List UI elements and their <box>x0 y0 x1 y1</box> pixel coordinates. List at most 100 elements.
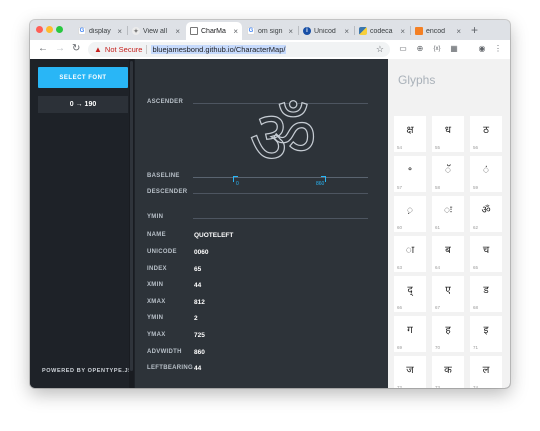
glyph-char: ज <box>406 365 414 376</box>
tab-close-icon[interactable]: × <box>233 27 238 36</box>
glyph-cell[interactable]: ध 55 <box>432 116 464 152</box>
glyph-cell[interactable]: ा 63 <box>394 236 426 272</box>
info-value-xmin: 44 <box>194 282 202 289</box>
select-font-button[interactable]: SELECT FONT <box>38 67 128 88</box>
glyph-char: च <box>482 245 490 256</box>
code-extension-icon[interactable]: {x} <box>432 44 442 54</box>
glyph-index: 59 <box>473 185 479 190</box>
tab-display[interactable]: G display × <box>74 22 126 40</box>
new-tab-button[interactable]: + <box>471 23 478 37</box>
glyph-index: 60 <box>397 225 403 230</box>
tab-title: encod <box>426 27 446 35</box>
glyph-cell[interactable]: ः 61 <box>432 196 464 232</box>
tab-close-icon[interactable]: × <box>400 27 405 36</box>
glyph-cell[interactable]: ॅ 58 <box>432 156 464 192</box>
glyph-cell[interactable]: ड 68 <box>470 276 502 312</box>
glyph-cell[interactable]: च 65 <box>470 236 502 272</box>
glyph-index: 55 <box>435 145 441 150</box>
glyph-index: 71 <box>473 345 479 350</box>
glyph-outline: ॐ <box>249 95 318 181</box>
python-icon <box>359 27 367 35</box>
url-text[interactable]: bluejamesbond.github.io/CharacterMap/ <box>151 45 287 54</box>
ymin-line <box>193 218 368 219</box>
tab-close-icon[interactable]: × <box>288 27 293 36</box>
glyph-index: 67 <box>435 305 441 310</box>
glyph-char: ए <box>445 285 451 296</box>
info-label-advwidth: ADVWIDTH <box>147 349 182 355</box>
glyph-index: 69 <box>397 345 403 350</box>
profile-avatar-icon[interactable]: ◉ <box>477 44 487 54</box>
tab-charmap[interactable]: CharMa × <box>186 22 242 40</box>
glyph-char: ॅ <box>445 165 451 176</box>
forward-icon[interactable]: → <box>55 43 65 55</box>
extension-icon[interactable]: ⊕ <box>415 44 425 54</box>
tab-view-all[interactable]: ✦ View all × <box>128 22 184 40</box>
glyph-char: ग <box>407 325 413 336</box>
glyph-cell[interactable]: इ 71 <box>470 316 502 352</box>
glyph-index: 73 <box>435 385 441 388</box>
glyph-char: ः <box>444 205 452 216</box>
back-icon[interactable]: ← <box>38 43 48 55</box>
page-content: SELECT FONT 0 → 190 POWERED BY OPENTYPE.… <box>30 59 510 388</box>
tab-title: display <box>89 27 111 35</box>
bookmark-star-icon[interactable]: ☆ <box>376 44 384 55</box>
menu-kebab-icon[interactable]: ⋮ <box>493 44 503 54</box>
reload-icon[interactable]: ↻ <box>72 43 80 55</box>
advance-marker-label: 860 <box>316 181 325 187</box>
sidebar-scrollbar[interactable] <box>129 59 134 388</box>
glyph-cell[interactable]: ए 67 <box>432 276 464 312</box>
glyph-cell[interactable]: ज 72 <box>394 356 426 388</box>
browser-window: G display × ✦ View all × CharMa × G om s… <box>30 20 510 388</box>
warning-icon: ▲ <box>94 45 102 54</box>
tab-close-icon[interactable]: × <box>456 27 461 36</box>
info-label-xmin: XMIN <box>147 282 164 288</box>
glyph-cell[interactable]: ठ 56 <box>470 116 502 152</box>
glyph-cell[interactable]: ब 64 <box>432 236 464 272</box>
info-value-leftbearing: 44 <box>194 365 202 372</box>
glyph-cell[interactable]: ल 74 <box>470 356 502 388</box>
glyph-cell[interactable]: ग 69 <box>394 316 426 352</box>
tab-unicode[interactable]: i Unicod × <box>299 22 353 40</box>
close-window-icon[interactable] <box>36 26 43 33</box>
address-bar[interactable]: ▲ Not Secure bluejamesbond.github.io/Cha… <box>88 42 390 57</box>
stack-icon <box>415 27 423 35</box>
glyph-cell[interactable]: ह 70 <box>432 316 464 352</box>
glyph-cell[interactable]: ॰ 57 <box>394 156 426 192</box>
glyph-index: 66 <box>397 305 403 310</box>
glyph-char: ह <box>445 325 451 336</box>
glyph-index: 63 <box>397 265 403 270</box>
glyphs-title: Glyphs <box>398 73 436 87</box>
tab-encoding[interactable]: encod × <box>411 22 465 40</box>
info-label-ymax: YMAX <box>147 332 166 338</box>
info-value-unicode: 0060 <box>194 249 209 256</box>
glyph-index: 54 <box>397 145 403 150</box>
descender-line <box>193 193 368 194</box>
maximize-window-icon[interactable] <box>56 26 63 33</box>
glyph-cell[interactable]: ं 59 <box>470 156 502 192</box>
tab-close-icon[interactable]: × <box>175 27 180 36</box>
minimize-window-icon[interactable] <box>46 26 53 33</box>
descender-label: DESCENDER <box>147 189 188 195</box>
tab-codecs[interactable]: codeca × <box>355 22 409 40</box>
tab-close-icon[interactable]: × <box>344 27 349 36</box>
glyph-preview: ॐ <box>235 97 331 179</box>
glyph-index: 65 <box>473 265 479 270</box>
sidebar: SELECT FONT 0 → 190 POWERED BY OPENTYPE.… <box>30 59 135 388</box>
info-value-name: QUOTELEFT <box>194 232 234 239</box>
glyph-cell[interactable]: क 73 <box>432 356 464 388</box>
glyph-char: ा <box>405 245 415 256</box>
glyph-index: 70 <box>435 345 441 350</box>
glyph-cell[interactable]: क्ष 54 <box>394 116 426 152</box>
security-label: Not Secure <box>104 45 143 54</box>
tab-close-icon[interactable]: × <box>117 27 122 36</box>
tab-om-sign[interactable]: G om sign × <box>243 22 297 40</box>
glyph-cell[interactable]: ॐ 62 <box>470 196 502 232</box>
glyph-range-item[interactable]: 0 → 190 <box>38 96 128 113</box>
glyph-char: ल <box>482 365 490 376</box>
chrome-icon: ✦ <box>132 27 140 35</box>
glyph-cell[interactable]: द् 66 <box>394 276 426 312</box>
glyph-index: 56 <box>473 145 479 150</box>
media-icon[interactable]: ▦ <box>449 44 459 54</box>
cast-icon[interactable]: ▭ <box>398 44 408 54</box>
glyph-cell[interactable]: ़ 60 <box>394 196 426 232</box>
